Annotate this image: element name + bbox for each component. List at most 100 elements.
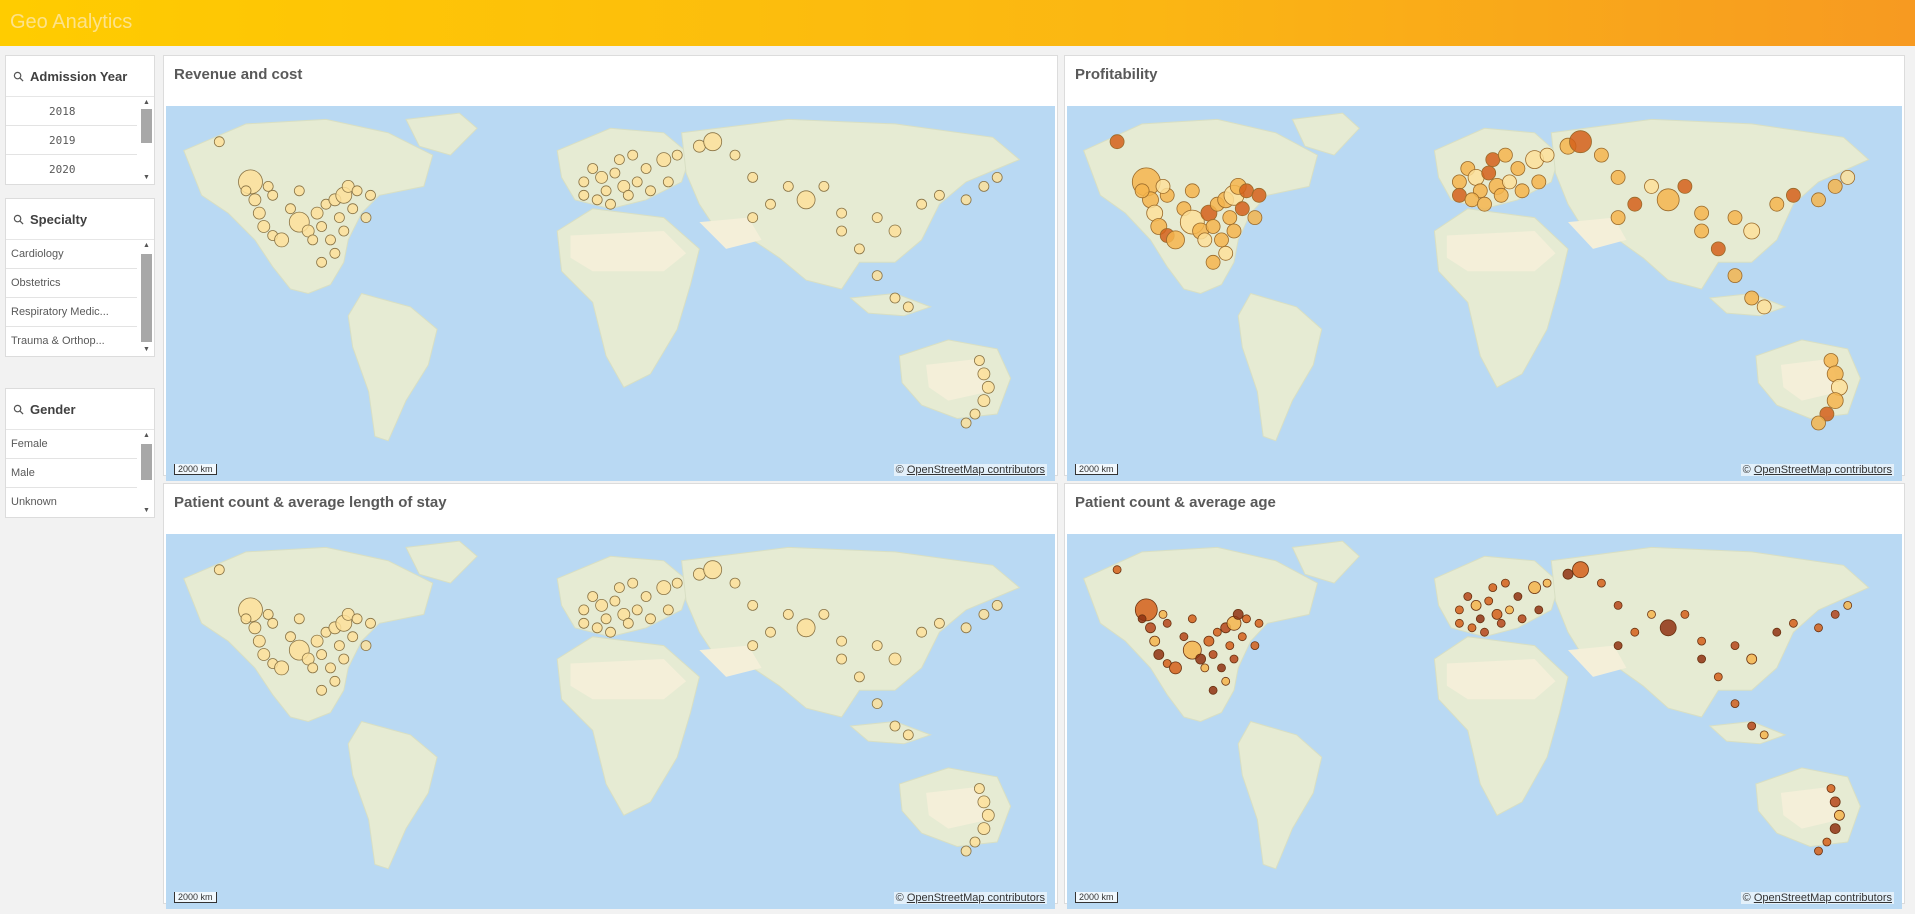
- location-bubble[interactable]: [934, 617, 945, 629]
- location-bubble[interactable]: [267, 617, 279, 629]
- location-bubble[interactable]: [351, 185, 363, 197]
- location-bubble[interactable]: [316, 649, 328, 660]
- location-bubble[interactable]: [1789, 618, 1798, 628]
- location-bubble[interactable]: [1149, 635, 1161, 647]
- scroll-up-icon[interactable]: ▲: [141, 432, 152, 440]
- location-bubble[interactable]: [333, 640, 345, 651]
- location-bubble[interactable]: [600, 613, 612, 625]
- list-item[interactable]: Respiratory Medic...: [6, 298, 137, 327]
- location-bubble[interactable]: [1226, 223, 1242, 239]
- map[interactable]: 2000 km © OpenStreetMap contributors: [1067, 534, 1902, 909]
- location-bubble[interactable]: [1477, 196, 1492, 212]
- location-bubble[interactable]: [1727, 210, 1743, 225]
- location-bubble[interactable]: [1454, 618, 1464, 628]
- scrollbar-thumb[interactable]: [141, 254, 152, 342]
- location-bubble[interactable]: [262, 181, 274, 192]
- location-bubble[interactable]: [1827, 179, 1843, 194]
- location-bubble[interactable]: [1145, 622, 1156, 634]
- list-item[interactable]: Female: [6, 430, 137, 459]
- location-bubble[interactable]: [916, 198, 927, 210]
- location-bubble[interactable]: [329, 675, 341, 687]
- location-bubble[interactable]: [1542, 578, 1552, 588]
- location-bubble[interactable]: [1613, 641, 1623, 650]
- location-bubble[interactable]: [1493, 187, 1509, 203]
- location-bubble[interactable]: [871, 212, 883, 223]
- location-bubble[interactable]: [613, 154, 625, 165]
- location-bubble[interactable]: [316, 256, 328, 268]
- location-bubble[interactable]: [1677, 179, 1693, 194]
- location-bubble[interactable]: [347, 631, 359, 643]
- location-bubble[interactable]: [609, 595, 621, 607]
- location-bubble[interactable]: [365, 617, 376, 629]
- location-bubble[interactable]: [578, 604, 590, 616]
- location-bubble[interactable]: [360, 212, 372, 223]
- attribution-link[interactable]: OpenStreetMap contributors: [1754, 464, 1892, 476]
- location-bubble[interactable]: [293, 185, 305, 197]
- location-bubble[interactable]: [1826, 784, 1836, 793]
- scrollbar[interactable]: ▲ ▼: [141, 432, 152, 515]
- filter-specialty[interactable]: Specialty Cardiology Obstetrics Respirat…: [5, 198, 155, 357]
- location-bubble[interactable]: [871, 270, 883, 282]
- location-bubble[interactable]: [818, 181, 830, 192]
- location-bubble[interactable]: [1162, 618, 1172, 628]
- location-bubble[interactable]: [622, 189, 634, 201]
- location-bubble[interactable]: [1208, 650, 1218, 659]
- location-bubble[interactable]: [1496, 618, 1506, 628]
- location-bubble[interactable]: [1746, 653, 1758, 665]
- location-bubble[interactable]: [595, 171, 609, 184]
- location-bubble[interactable]: [981, 808, 995, 822]
- location-bubble[interactable]: [1826, 392, 1844, 410]
- location-bubble[interactable]: [293, 613, 305, 625]
- location-bubble[interactable]: [1463, 592, 1473, 601]
- location-bubble[interactable]: [747, 212, 759, 223]
- filter-gender[interactable]: Gender Female Male Unknown ▲ ▼: [5, 388, 155, 518]
- location-bubble[interactable]: [329, 247, 341, 259]
- location-bubble[interactable]: [1772, 627, 1782, 637]
- location-bubble[interactable]: [213, 136, 225, 148]
- location-bubble[interactable]: [631, 176, 643, 188]
- location-bubble[interactable]: [747, 172, 759, 183]
- location-bubble[interactable]: [1594, 147, 1609, 163]
- location-bubble[interactable]: [365, 189, 376, 201]
- scrollbar-thumb[interactable]: [141, 444, 152, 480]
- location-bubble[interactable]: [1644, 179, 1659, 194]
- location-bubble[interactable]: [889, 292, 901, 304]
- location-bubble[interactable]: [1484, 596, 1494, 606]
- location-bubble[interactable]: [1242, 614, 1251, 624]
- location-bubble[interactable]: [285, 203, 296, 215]
- location-bubble[interactable]: [1822, 837, 1832, 847]
- location-bubble[interactable]: [703, 560, 723, 580]
- location-bubble[interactable]: [605, 198, 616, 210]
- location-bubble[interactable]: [213, 564, 225, 576]
- location-bubble[interactable]: [960, 417, 972, 429]
- location-bubble[interactable]: [1229, 654, 1239, 664]
- location-bubble[interactable]: [1134, 183, 1150, 199]
- location-bubble[interactable]: [578, 617, 590, 629]
- location-bubble[interactable]: [1184, 183, 1200, 199]
- location-bubble[interactable]: [1470, 600, 1482, 611]
- location-bubble[interactable]: [1195, 653, 1207, 665]
- location-bubble[interactable]: [902, 301, 914, 313]
- location-bubble[interactable]: [257, 220, 271, 233]
- location-bubble[interactable]: [662, 604, 674, 616]
- location-bubble[interactable]: [1814, 623, 1823, 633]
- location-bubble[interactable]: [1572, 561, 1589, 579]
- location-bubble[interactable]: [1205, 219, 1221, 234]
- list-item[interactable]: 2019: [6, 126, 137, 155]
- location-bubble[interactable]: [1786, 187, 1801, 203]
- location-bubble[interactable]: [1829, 823, 1841, 835]
- location-bubble[interactable]: [871, 640, 883, 651]
- location-bubble[interactable]: [1727, 268, 1743, 284]
- location-bubble[interactable]: [1137, 614, 1147, 624]
- location-bubble[interactable]: [977, 822, 991, 836]
- attribution-link[interactable]: OpenStreetMap contributors: [1754, 892, 1892, 904]
- location-bubble[interactable]: [1514, 183, 1530, 199]
- location-bubble[interactable]: [888, 224, 902, 238]
- location-bubble[interactable]: [960, 622, 972, 634]
- location-bubble[interactable]: [1212, 627, 1222, 637]
- location-bubble[interactable]: [1451, 187, 1467, 203]
- location-bubble[interactable]: [888, 652, 902, 666]
- location-bubble[interactable]: [1179, 632, 1189, 642]
- location-bubble[interactable]: [1830, 610, 1840, 619]
- location-bubble[interactable]: [1234, 201, 1250, 217]
